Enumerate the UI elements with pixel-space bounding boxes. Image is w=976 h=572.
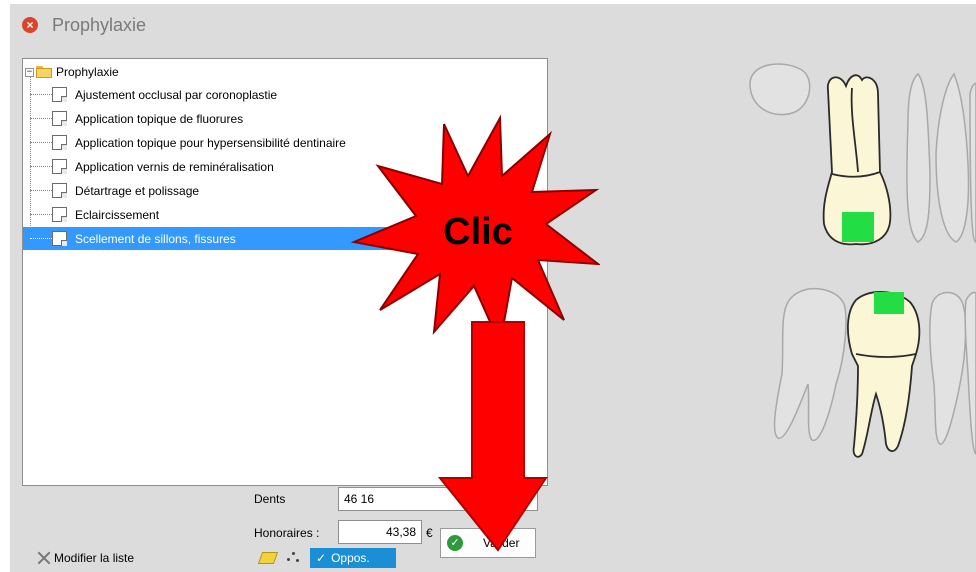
currency-label: € <box>426 526 433 540</box>
dents-label: Dents <box>254 492 286 506</box>
document-icon <box>52 135 67 150</box>
tree-item-label: Ajustement occlusal par coronoplastie <box>75 87 278 102</box>
tree-item-ajustement-occlusal[interactable]: Ajustement occlusal par coronoplastie <box>23 83 279 106</box>
tooth-46 <box>847 291 921 458</box>
oppos-label: Oppos. <box>331 551 370 565</box>
dots-icon[interactable] <box>286 550 300 564</box>
tooth-lower-left-ghost <box>773 287 847 441</box>
modify-list-label: Modifier la liste <box>54 551 135 565</box>
tooth-upper-right-2 <box>935 72 970 243</box>
tree-item-label: Application topique de fluorures <box>75 111 244 126</box>
check-icon: ✓ <box>316 551 327 565</box>
down-arrow <box>437 321 548 552</box>
tree-item-label: Scellement de sillons, fissures <box>75 231 236 246</box>
document-icon <box>52 231 67 246</box>
arrow-shape <box>437 321 548 552</box>
close-icon[interactable]: × <box>22 17 38 33</box>
title-bar: × Prophylaxie <box>10 4 976 42</box>
tooth-lower-right-1 <box>929 291 967 445</box>
tree-item-label: Application topique pour hypersensibilit… <box>75 135 346 150</box>
callout-text: Clic <box>443 211 513 253</box>
modify-list-button[interactable]: Modifier la liste <box>36 550 134 566</box>
tree-item-fluorures[interactable]: Application topique de fluorures <box>23 107 245 130</box>
tools-icon <box>36 550 52 566</box>
tree-item-label: Application vernis de reminéralisation <box>75 159 274 174</box>
tree-item-eclaircissement[interactable]: Eclaircissement <box>23 203 161 226</box>
folder-icon <box>36 66 52 78</box>
oppos-toggle[interactable]: ✓ Oppos. <box>310 548 396 568</box>
document-icon <box>52 111 67 126</box>
tree-root[interactable]: − Prophylaxie <box>25 63 119 81</box>
tooth-upper-right-1 <box>906 72 931 243</box>
tooth-diagram[interactable] <box>740 54 976 464</box>
document-icon <box>52 207 67 222</box>
tree-item-hypersensibilite[interactable]: Application topique pour hypersensibilit… <box>23 131 348 154</box>
book-icon[interactable] <box>257 552 279 564</box>
document-icon <box>52 87 67 102</box>
tree-root-label: Prophylaxie <box>56 65 119 79</box>
tree-item-label: Eclaircissement <box>75 207 160 222</box>
tooth-upper-left-ghost <box>749 63 811 116</box>
honoraires-label: Honoraires : <box>254 526 320 540</box>
tooth-upper-right-3 <box>969 82 976 243</box>
tooth-16-highlight <box>842 212 874 242</box>
window-title: Prophylaxie <box>52 15 147 35</box>
tooth-46-highlight <box>874 292 904 314</box>
honoraires-field[interactable] <box>338 520 422 544</box>
tooth-lower-right-2 <box>964 291 976 455</box>
tree-item-vernis[interactable]: Application vernis de reminéralisation <box>23 155 276 178</box>
tree-item-detartrage[interactable]: Détartrage et polissage <box>23 179 201 202</box>
clic-callout: Clic <box>350 114 600 346</box>
tree-item-label: Détartrage et polissage <box>75 183 200 198</box>
document-icon <box>52 159 67 174</box>
document-icon <box>52 183 67 198</box>
